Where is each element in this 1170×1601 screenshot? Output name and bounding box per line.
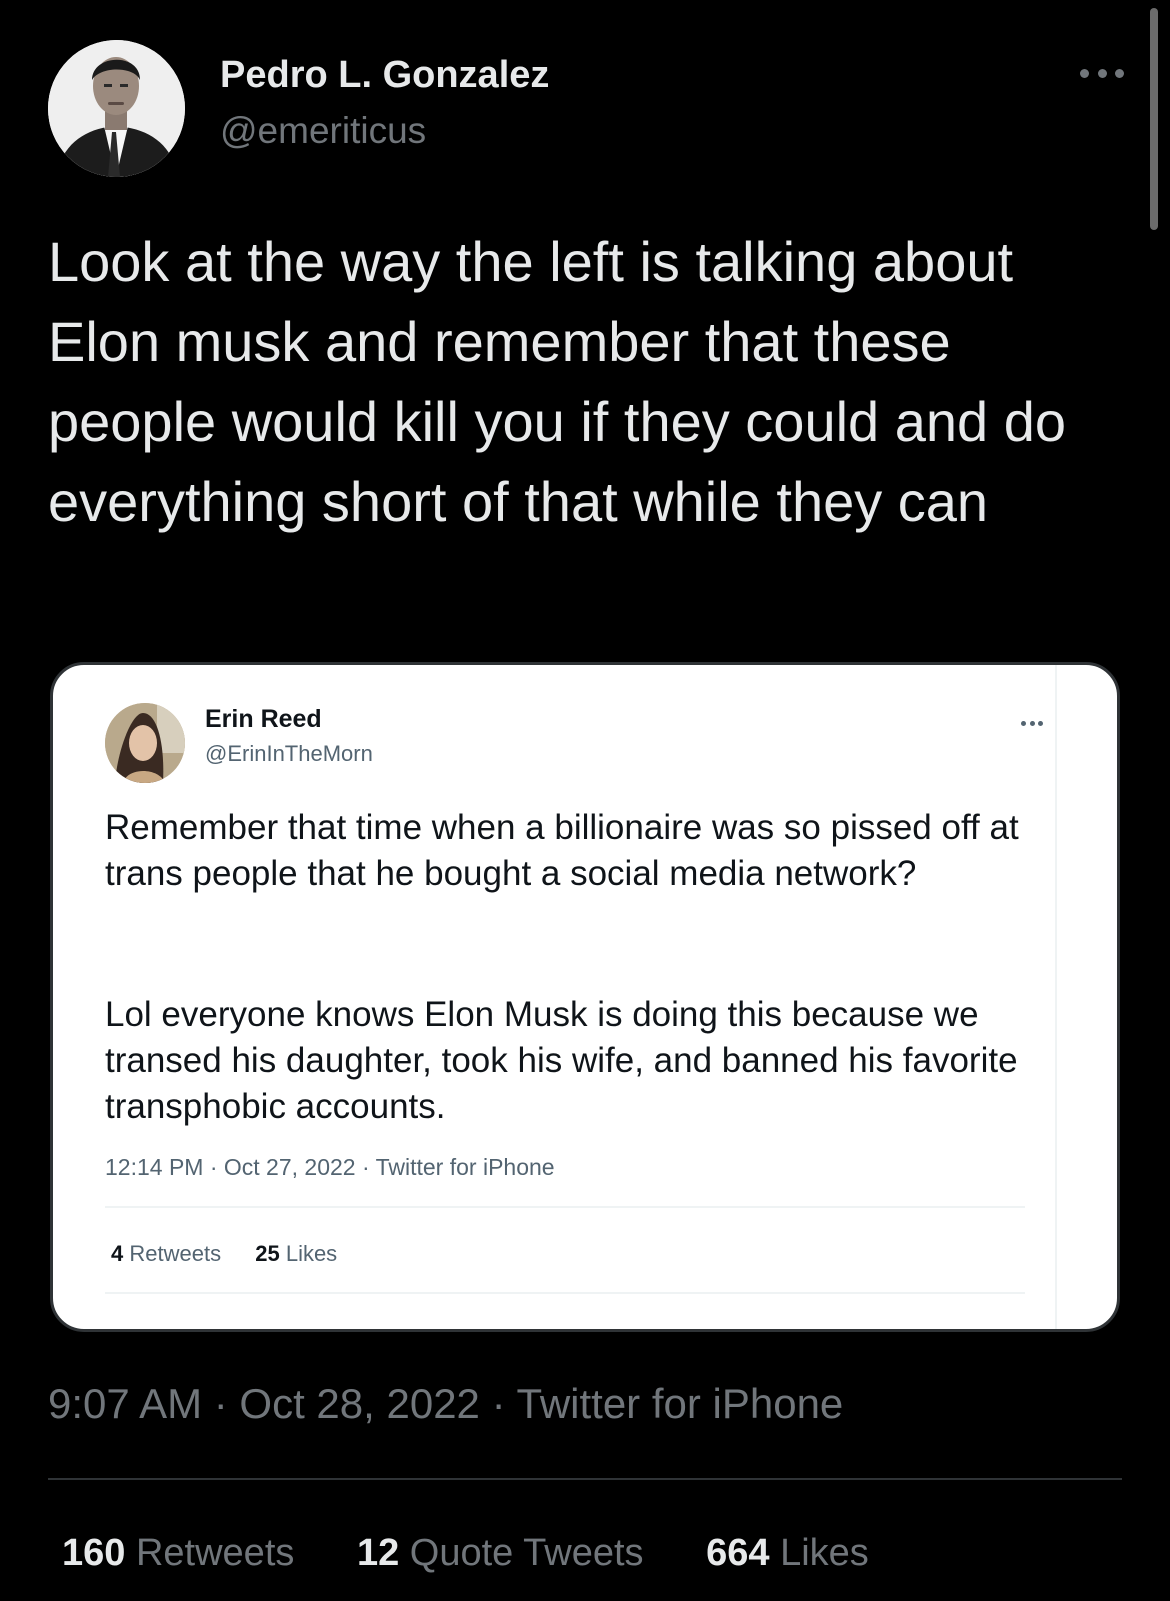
divider bbox=[48, 1478, 1122, 1480]
retweets-count: 160 bbox=[62, 1532, 126, 1574]
tweet-timestamp: 9:07 AM · Oct 28, 2022 · Twitter for iPh… bbox=[48, 1380, 844, 1427]
dot bbox=[1038, 721, 1043, 726]
likes-stat[interactable]: 664 Likes bbox=[706, 1532, 869, 1574]
scrollbar[interactable] bbox=[1150, 8, 1158, 230]
dot bbox=[1029, 721, 1035, 726]
author-photo bbox=[48, 40, 185, 177]
tweet-text: Look at the way the left is talking abou… bbox=[48, 230, 1067, 533]
quoted-author-name: Erin Reed bbox=[205, 705, 322, 733]
likes-label: Likes bbox=[780, 1532, 869, 1574]
dot bbox=[1021, 721, 1026, 726]
avatar[interactable] bbox=[48, 40, 185, 177]
dot bbox=[1080, 68, 1089, 78]
quoted-likes-stat: 25 Likes bbox=[255, 1241, 337, 1266]
likes-count: 664 bbox=[706, 1532, 770, 1574]
author-handle[interactable]: @emeriticus bbox=[220, 110, 426, 152]
quoted-retweets-stat: 4 Retweets bbox=[111, 1241, 221, 1266]
quoted-text-paragraph-2: Lol everyone knows Elon Musk is doing th… bbox=[105, 995, 1018, 1126]
quote-tweets-label: Quote Tweets bbox=[409, 1532, 644, 1574]
tweet-stats: 160 Retweets 12 Quote Tweets 664 Likes bbox=[62, 1532, 921, 1575]
quoted-author-photo bbox=[105, 703, 185, 783]
quoted-author-handle: @ErinInTheMorn bbox=[205, 741, 373, 766]
retweets-stat[interactable]: 160 Retweets bbox=[62, 1532, 294, 1574]
quoted-stats: 4 Retweets 25 Likes bbox=[111, 1241, 365, 1267]
dot bbox=[1097, 68, 1107, 78]
tweet-header: Pedro L. Gonzalez @emeriticus bbox=[48, 40, 1124, 180]
author-name[interactable]: Pedro L. Gonzalez bbox=[220, 54, 549, 97]
quoted-timestamp: 12:14 PM · Oct 27, 2022 · Twitter for iP… bbox=[105, 1154, 555, 1180]
quoted-tweet-card[interactable]: Erin Reed @ErinInTheMorn Remember that t… bbox=[50, 662, 1120, 1332]
dot bbox=[1115, 68, 1124, 78]
quoted-divider bbox=[105, 1206, 1025, 1208]
quoted-likes-label: Likes bbox=[285, 1241, 338, 1266]
quoted-likes-count: 25 bbox=[255, 1241, 280, 1266]
quoted-retweets-count: 4 bbox=[111, 1241, 124, 1266]
quote-tweets-stat[interactable]: 12 Quote Tweets bbox=[357, 1532, 644, 1574]
quoted-retweets-label: Retweets bbox=[129, 1241, 222, 1266]
quoted-text-paragraph-1: Remember that time when a billionaire wa… bbox=[105, 808, 1019, 893]
quote-tweets-count: 12 bbox=[356, 1532, 400, 1574]
retweets-label: Retweets bbox=[135, 1532, 295, 1574]
quoted-divider-bottom bbox=[105, 1292, 1025, 1294]
quoted-avatar bbox=[105, 703, 185, 783]
more-horizontal-icon[interactable] bbox=[1080, 66, 1124, 80]
quoted-more-horizontal-icon bbox=[1021, 721, 1043, 727]
